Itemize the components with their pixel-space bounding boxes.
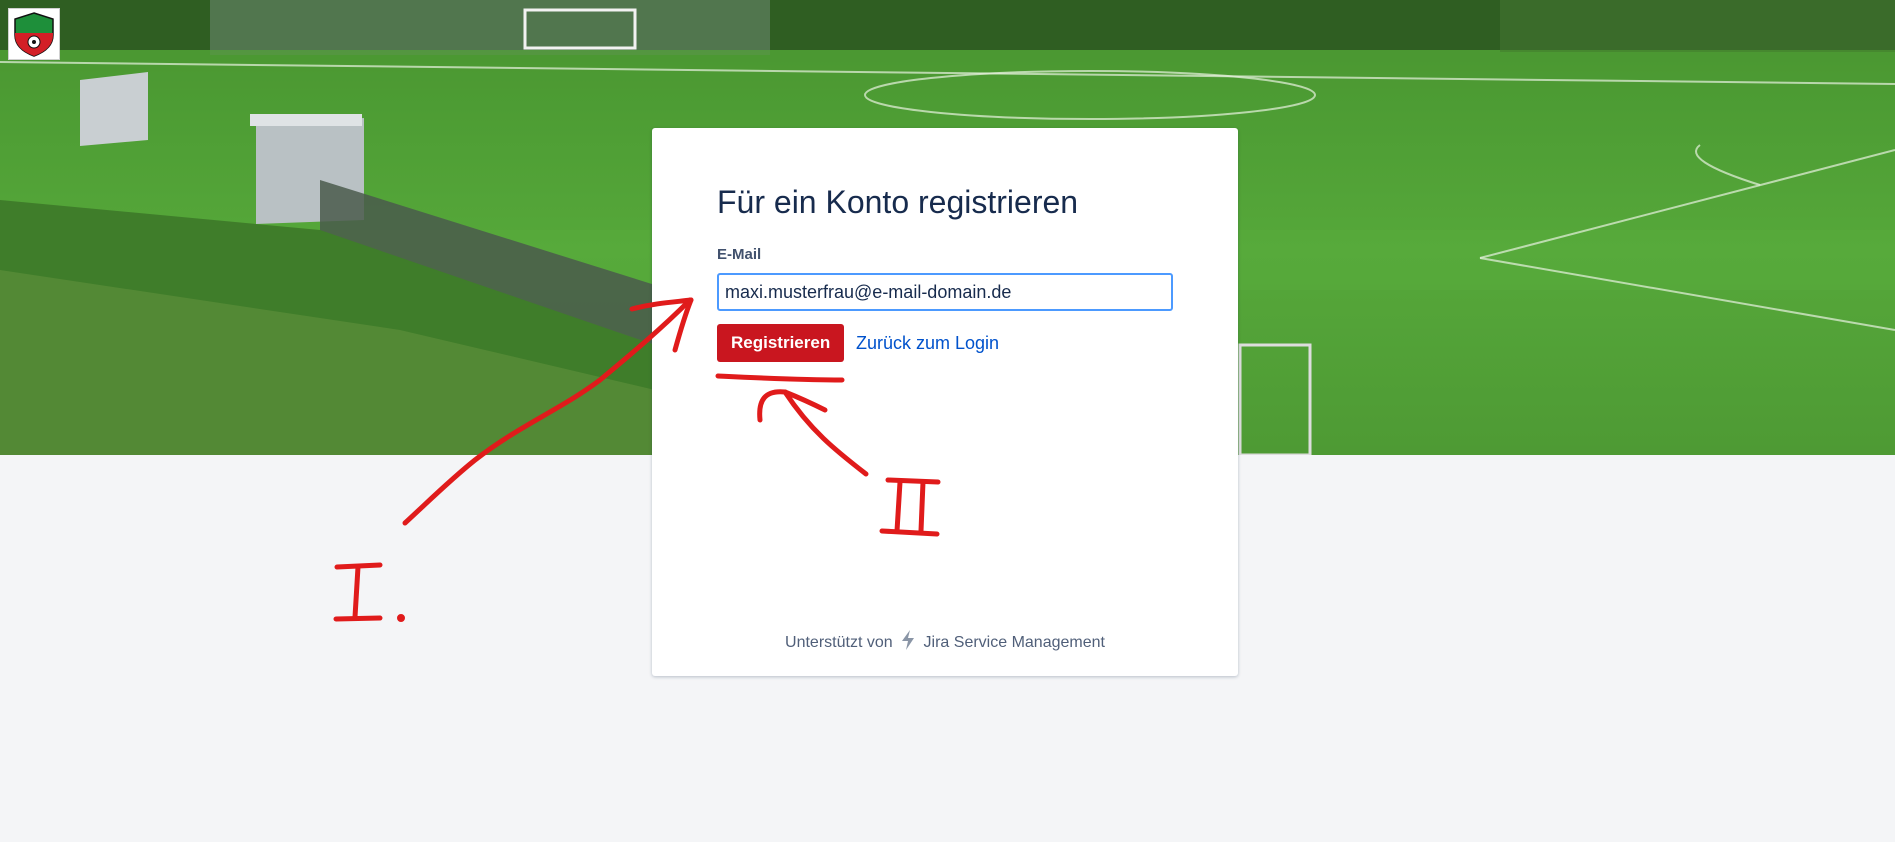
club-logo-icon[interactable] (8, 8, 60, 60)
powered-prefix: Unterstützt von (785, 634, 893, 651)
email-label: E-Mail (717, 246, 762, 263)
register-card: Für ein Konto registrieren E-Mail Regist… (652, 128, 1238, 676)
back-to-login-link[interactable]: Zurück zum Login (856, 333, 999, 354)
register-button[interactable]: Registrieren (717, 324, 845, 362)
page-title: Für ein Konto registrieren (717, 184, 1079, 220)
powered-by: Unterstützt von Jira Service Management (652, 629, 1238, 656)
powered-product: Jira Service Management (923, 634, 1105, 651)
email-input[interactable] (717, 273, 1173, 311)
jira-bolt-icon (899, 629, 917, 656)
